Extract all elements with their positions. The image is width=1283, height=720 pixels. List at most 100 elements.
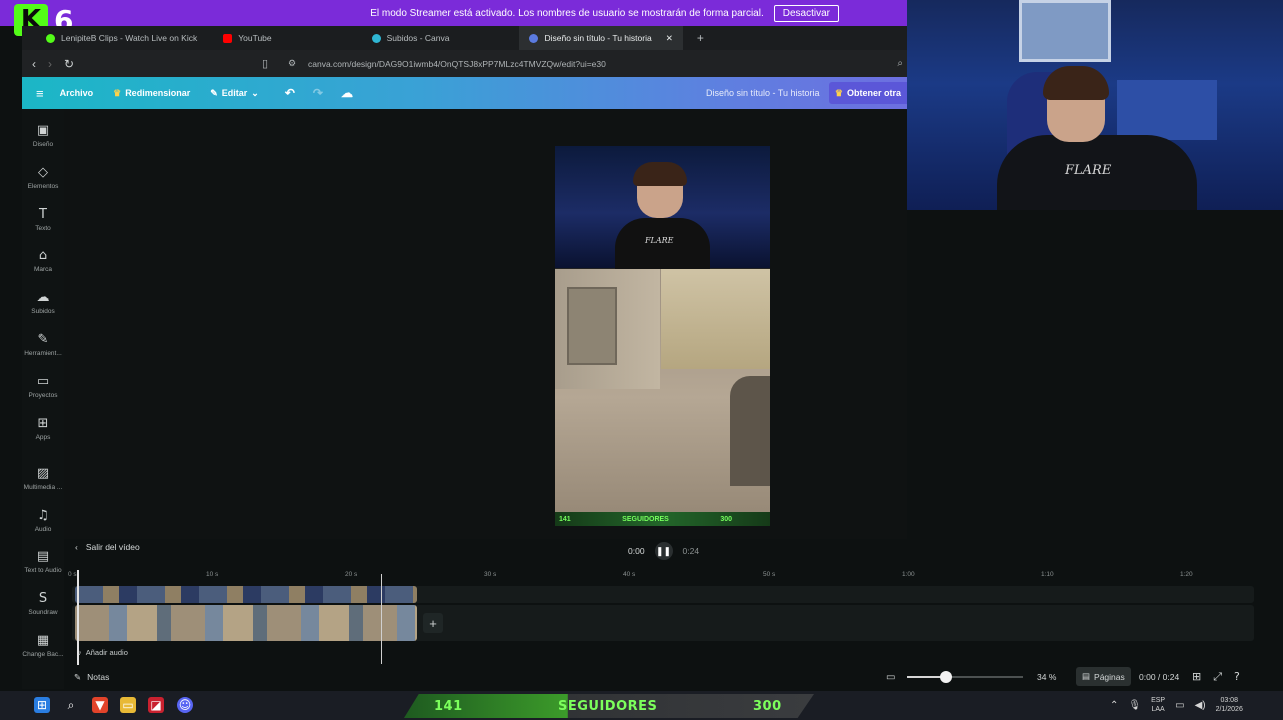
- obtain-label: Obtener otra: [846, 88, 901, 98]
- exit-video-label: Salir del vídeo: [85, 542, 140, 552]
- clock[interactable]: 03:08 2/1/2026: [1216, 696, 1243, 714]
- archivo-menu[interactable]: Archivo: [60, 88, 94, 98]
- sidebar-item-apps[interactable]: ⊞ Apps: [22, 416, 64, 441]
- crown-icon: ♛: [113, 87, 122, 98]
- editar-button[interactable]: ✎ Editar ⌄: [210, 88, 259, 99]
- sidebar-item-label: Proyectos: [28, 392, 58, 399]
- exit-video-button[interactable]: ‹ Salir del vídeo: [75, 542, 140, 552]
- file-explorer-icon[interactable]: ▭: [120, 697, 136, 713]
- sidebar-item-audio[interactable]: ♫ Audio: [22, 508, 64, 533]
- add-clip-button[interactable]: +: [423, 613, 443, 633]
- design-title[interactable]: Diseño sin título - Tu historia: [706, 88, 820, 98]
- tab-youtube[interactable]: YouTube: [213, 26, 281, 50]
- reload-icon[interactable]: ↻: [64, 57, 74, 71]
- sidebar-item-label: Change Bac...: [22, 651, 64, 658]
- close-tab-icon[interactable]: ✕: [666, 33, 673, 44]
- volume-icon[interactable]: ◀): [1195, 700, 1206, 711]
- folder-icon: ▭: [36, 374, 50, 389]
- bookmark-icon[interactable]: ▯: [262, 57, 268, 70]
- zoom-slider[interactable]: [907, 671, 1023, 683]
- hud-goal: 300: [720, 515, 732, 523]
- tick-label: 50 s: [763, 571, 776, 578]
- discord-icon[interactable]: ☺: [177, 697, 193, 713]
- app-red-icon[interactable]: ◪: [148, 697, 164, 713]
- timeline-ruler[interactable]: 0 s 10 s 20 s 30 s 40 s 50 s 1:00 1:10 1…: [64, 566, 1264, 582]
- sidebar-item-label: Multimedia ...: [23, 484, 63, 491]
- pages-button[interactable]: ▤ Páginas: [1076, 667, 1131, 686]
- fit-screen-icon[interactable]: ▭: [886, 672, 895, 683]
- sidebar-item-change-background[interactable]: ▦ Change Bac...: [22, 633, 64, 658]
- tab-canva-subidos[interactable]: Subidos - Canva: [362, 26, 460, 50]
- tab-kick[interactable]: LenipiteB Clips - Watch Live on Kick: [22, 26, 207, 50]
- fullscreen-icon[interactable]: ⤢: [1213, 670, 1222, 684]
- undo-icon[interactable]: ↶: [285, 86, 295, 100]
- sidebar-item-subidos[interactable]: ☁ Subidos: [22, 290, 64, 315]
- tab-label: Diseño sin título - Tu historia: [544, 33, 652, 43]
- soundraw-icon: S: [38, 591, 48, 606]
- chevron-up-icon[interactable]: ⌃: [1110, 700, 1118, 711]
- sidebar-item-label: Elementos: [27, 183, 59, 190]
- video-clip-webcam[interactable]: [75, 586, 417, 603]
- media-icon: ▨: [36, 466, 50, 481]
- sidebar-item-multimedia[interactable]: ▨ Multimedia ...: [22, 466, 64, 491]
- network-icon[interactable]: ▭: [1175, 700, 1184, 711]
- deactivate-button[interactable]: Desactivar: [773, 4, 839, 22]
- sidebar-item-texto[interactable]: T Texto: [22, 207, 64, 232]
- youtube-favicon-icon: [223, 33, 233, 43]
- zoom-slider-handle[interactable]: [940, 671, 953, 683]
- lang-primary: ESP: [1151, 697, 1166, 704]
- follow-label: SEGUIDORES: [558, 699, 658, 714]
- clock-date: 2/1/2026: [1215, 706, 1243, 713]
- video-clip-gameplay[interactable]: [75, 605, 417, 641]
- new-tab-icon[interactable]: +: [697, 31, 704, 45]
- tick-label: 1:20: [1180, 571, 1193, 578]
- sidebar-item-text-to-audio[interactable]: ▤ Text to Audio: [22, 549, 64, 574]
- address-bar: ‹ › ↻ ▯ ⚙ canva.com/design/DAG9O1iwmb4/O…: [22, 50, 907, 77]
- tab-canva-design[interactable]: Diseño sin título - Tu historia ✕: [519, 26, 683, 50]
- playhead[interactable]: [381, 574, 382, 664]
- sidebar-item-herramientas[interactable]: ✎ Herramient...: [22, 332, 64, 357]
- add-audio-button[interactable]: ♪ Añadir audio: [78, 648, 128, 657]
- notes-label: Notas: [87, 672, 110, 682]
- sidebar-item-label: Texto: [35, 225, 51, 232]
- microphone-icon[interactable]: 🎙: [1128, 700, 1141, 711]
- back-icon[interactable]: ‹: [32, 57, 36, 71]
- preview-webcam: FLARE: [555, 146, 770, 270]
- forward-icon[interactable]: ›: [48, 57, 52, 71]
- sidebar-item-diseno[interactable]: ▣ Diseño: [22, 123, 64, 148]
- webcam-overlay: FLARE: [907, 0, 1283, 210]
- sidebar-item-label: Herramient...: [24, 350, 62, 357]
- tick-label: 0 s: [68, 571, 77, 578]
- streamer-mode-message: El modo Streamer está activado. Los nomb…: [370, 7, 764, 19]
- search-icon[interactable]: ⌕: [63, 697, 79, 713]
- redimensionar-button[interactable]: ♛ Redimensionar: [113, 88, 190, 99]
- chevron-left-icon: ‹: [75, 542, 78, 552]
- sidebar-item-proyectos[interactable]: ▭ Proyectos: [22, 374, 64, 399]
- cloud-sync-icon[interactable]: ☁: [341, 86, 353, 100]
- chevron-down-icon: ⌄: [251, 87, 259, 98]
- brave-icon[interactable]: ▼: [92, 697, 108, 713]
- url-text[interactable]: canva.com/design/DAG9O1iwmb4/OnQTSJ8xPP7…: [308, 59, 606, 69]
- search-icon[interactable]: ⌕: [897, 58, 903, 69]
- site-info-icon[interactable]: ⚙: [288, 58, 296, 69]
- grid-view-icon[interactable]: ⊞: [1192, 670, 1201, 684]
- obtain-button[interactable]: ♛ Obtener otra: [828, 82, 907, 104]
- help-icon[interactable]: ?: [1234, 670, 1240, 684]
- menu-icon[interactable]: ≡: [36, 86, 44, 101]
- redo-icon[interactable]: ↷: [313, 86, 323, 100]
- pause-icon[interactable]: ❚❚: [654, 542, 673, 560]
- sidebar-item-marca[interactable]: ⌂ Marca: [22, 248, 64, 273]
- shirt-text: FLARE: [1065, 163, 1112, 178]
- game-buildings: [661, 269, 770, 369]
- follow-current: 141: [434, 699, 463, 714]
- tick-label: 30 s: [484, 571, 497, 578]
- crown-icon: ♛: [834, 87, 843, 98]
- zoom-value[interactable]: 34 %: [1037, 672, 1056, 682]
- windows-start-icon[interactable]: ⊞: [34, 697, 50, 713]
- notes-button[interactable]: ✎ Notas: [74, 672, 109, 683]
- sidebar-item-elementos[interactable]: ◇ Elementos: [22, 165, 64, 190]
- canvas-area[interactable]: [64, 109, 907, 539]
- language-indicator[interactable]: ESP LAA: [1151, 696, 1165, 714]
- sidebar-item-soundraw[interactable]: S Soundraw: [22, 591, 64, 616]
- story-preview[interactable]: FLARE 141 SEGUIDORES 300: [555, 146, 770, 526]
